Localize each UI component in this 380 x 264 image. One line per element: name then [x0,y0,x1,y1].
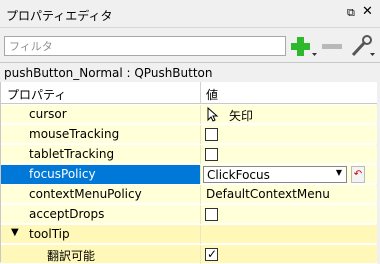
property-value[interactable]: 矢印 [202,105,377,124]
select-value: ClickFocus [207,168,270,182]
table-row[interactable]: 翻訳可能 ✓ [1,245,377,264]
focus-policy-select[interactable]: ClickFocus ▼ [203,166,347,183]
checkbox[interactable] [205,128,218,141]
property-name: 翻訳可能 [1,245,201,264]
minus-icon [322,44,342,49]
plus-icon [291,37,317,56]
header-value[interactable]: 値 [206,86,218,103]
add-button[interactable] [288,33,318,59]
property-value[interactable]: DefaultContextMenu [202,185,377,204]
table-row-group[interactable]: ▼ toolTip [1,225,377,244]
filter-input[interactable] [4,36,286,56]
close-icon[interactable]: ✕ [362,4,373,19]
title-bar: プロパティエディタ ⧉ ✕ [0,0,380,28]
window-title: プロパティエディタ [6,9,113,23]
remove-button[interactable] [320,33,344,59]
float-icon[interactable]: ⧉ [347,6,355,20]
property-name: cursor [1,105,201,124]
cursor-value: 矢印 [229,109,254,123]
table-row[interactable]: mouseTracking [1,125,377,144]
property-name: tabletTracking [1,145,201,164]
table-row[interactable]: tabletTracking [1,145,377,164]
reset-icon[interactable]: ↶ [351,166,365,183]
property-name: focusPolicy [1,165,201,184]
wrench-icon [351,35,375,57]
header-property[interactable]: プロパティ [7,86,66,103]
table-row-selected[interactable]: focusPolicy ClickFocus ▼ ↶ [1,165,377,184]
property-name: acceptDrops [1,205,201,224]
arrow-cursor-icon [207,107,219,122]
property-name: mouseTracking [1,125,201,144]
table-row[interactable]: acceptDrops [1,205,377,224]
checkbox[interactable] [205,208,218,221]
table-header: プロパティ 値 [1,82,377,104]
checkbox[interactable] [205,148,218,161]
table-row[interactable]: cursor 矢印 [1,105,377,124]
configure-button[interactable] [348,33,376,59]
property-name: toolTip [1,225,201,244]
table-row[interactable]: contextMenuPolicy DefaultContextMenu [1,185,377,204]
object-label: pushButton_Normal : QPushButton [0,62,380,82]
property-table: プロパティ 値 cursor 矢印 mouseTracking tabletTr… [0,82,377,264]
property-name: contextMenuPolicy [1,185,201,204]
checkbox-checked[interactable]: ✓ [205,247,218,261]
chevron-down-icon: ▼ [335,168,342,177]
